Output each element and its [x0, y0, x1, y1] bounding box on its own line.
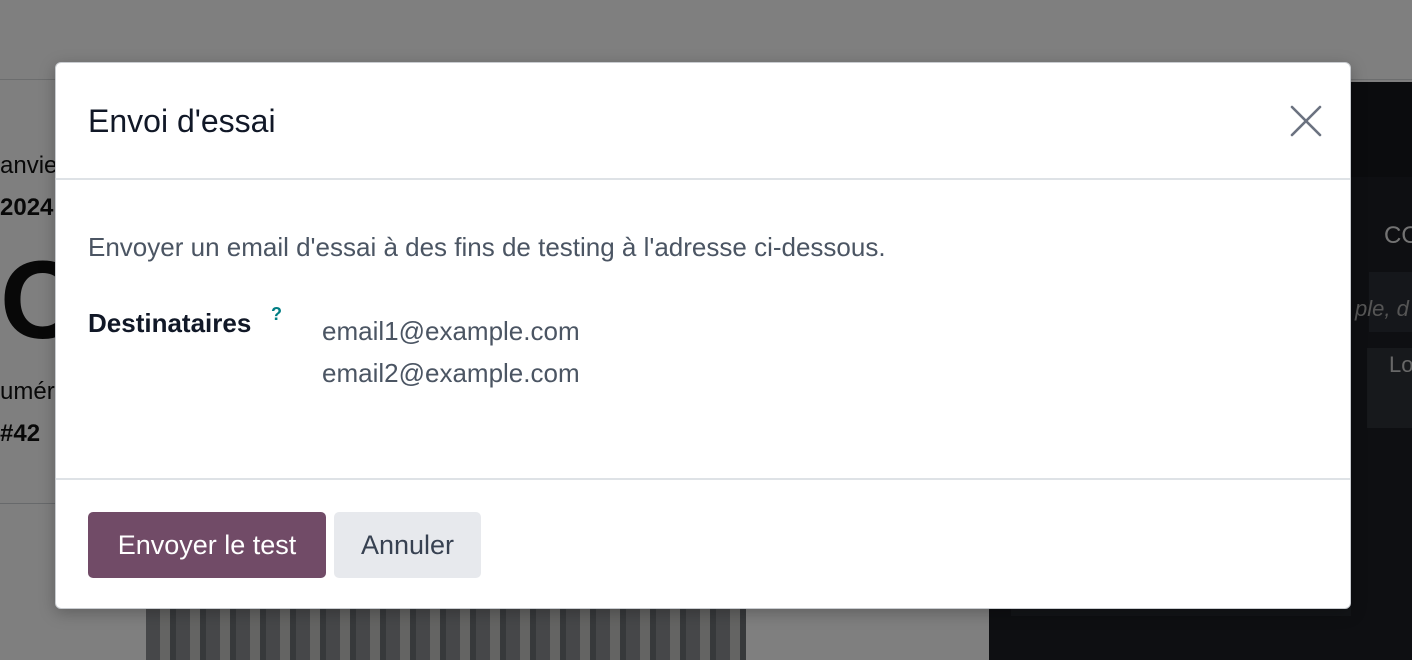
close-icon: [1290, 105, 1322, 137]
recipients-label: Destinataires: [88, 308, 252, 338]
dialog-header: Envoi d'essai: [56, 63, 1350, 180]
close-button[interactable]: [1280, 91, 1332, 151]
dialog-intro-text: Envoyer un email d'essai à des fins de t…: [88, 232, 886, 262]
recipient-email[interactable]: email2@example.com: [322, 352, 580, 394]
test-send-dialog: Envoi d'essai Envoyer un email d'essai à…: [55, 62, 1351, 609]
cancel-button[interactable]: Annuler: [334, 512, 481, 578]
dialog-footer: Envoyer le test Annuler: [56, 478, 1350, 610]
recipient-email[interactable]: email1@example.com: [322, 310, 580, 352]
help-tooltip-icon[interactable]: ?: [271, 304, 282, 325]
recipients-field[interactable]: email1@example.com email2@example.com: [322, 310, 580, 394]
dialog-title: Envoi d'essai: [88, 103, 276, 139]
dialog-body: Envoyer un email d'essai à des fins de t…: [56, 180, 1350, 478]
send-test-button[interactable]: Envoyer le test: [88, 512, 326, 578]
